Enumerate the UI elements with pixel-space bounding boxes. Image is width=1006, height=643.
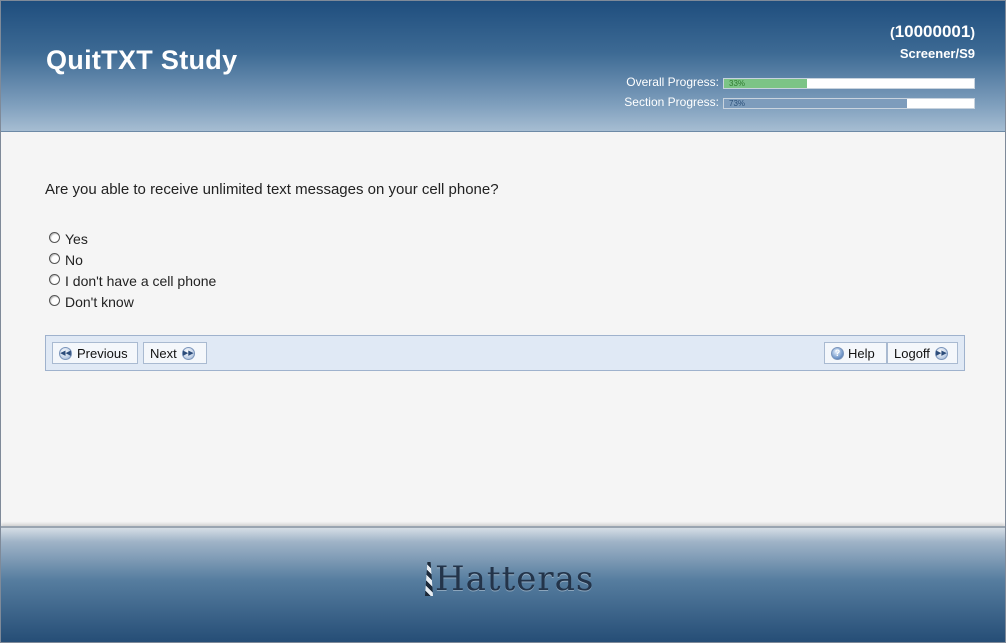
section-progress-percent: 73% [729, 99, 746, 108]
section-progress: Section Progress: 73% [624, 95, 975, 109]
radio-button[interactable] [49, 231, 60, 243]
option-label: I don't have a cell phone [65, 272, 217, 289]
question-text: Are you able to receive unlimited text m… [45, 181, 499, 198]
option-yes[interactable]: Yes [49, 228, 216, 249]
lighthouse-icon [425, 562, 433, 596]
previous-label: Previous [77, 345, 128, 361]
logo-text: Hatteras [435, 559, 595, 599]
help-icon: ? [831, 346, 844, 360]
radio-button[interactable] [49, 252, 60, 264]
next-label: Next [150, 345, 177, 361]
radio-button[interactable] [49, 273, 60, 285]
previous-button[interactable]: ◀◀ Previous [52, 342, 138, 364]
section-progress-fill [724, 99, 907, 108]
help-label: Help [848, 345, 875, 361]
rewind-icon: ◀◀ [59, 346, 72, 360]
section-code: Screener/S9 [899, 46, 975, 61]
footer: Hatteras [1, 526, 1005, 642]
overall-progress-percent: 33% [729, 79, 746, 88]
section-progress-bar: 73% [723, 98, 975, 109]
option-label: No [65, 251, 83, 268]
overall-progress: Overall Progress: 33% [626, 75, 975, 89]
navigation-bar: ◀◀ Previous Next ▶▶ ? Help Logoff ▶▶ [45, 335, 965, 371]
option-no-cell-phone[interactable]: I don't have a cell phone [49, 270, 216, 291]
help-button[interactable]: ? Help [824, 342, 887, 364]
radio-button[interactable] [49, 294, 60, 306]
answer-options: Yes No I don't have a cell phone Don't k… [49, 228, 216, 312]
case-id-value: 10000001 [894, 22, 971, 41]
next-button[interactable]: Next ▶▶ [143, 342, 207, 364]
option-label: Don't know [65, 293, 134, 310]
option-dont-know[interactable]: Don't know [49, 291, 216, 312]
app-title: QuitTXT Study [46, 45, 238, 75]
option-no[interactable]: No [49, 249, 216, 270]
header: QuitTXT Study (10000001) Screener/S9 Ove… [1, 1, 1005, 132]
hatteras-logo: Hatteras [425, 562, 594, 596]
overall-progress-label: Overall Progress: [626, 75, 719, 89]
logoff-button[interactable]: Logoff ▶▶ [887, 342, 958, 364]
overall-progress-bar: 33% [723, 78, 975, 89]
case-id: (10000001) [890, 22, 975, 41]
fast-forward-icon: ▶▶ [181, 346, 195, 360]
survey-window: QuitTXT Study (10000001) Screener/S9 Ove… [0, 0, 1006, 643]
section-progress-label: Section Progress: [624, 95, 719, 109]
fast-forward-icon: ▶▶ [934, 346, 948, 360]
logoff-label: Logoff [894, 345, 930, 361]
option-label: Yes [65, 230, 88, 247]
